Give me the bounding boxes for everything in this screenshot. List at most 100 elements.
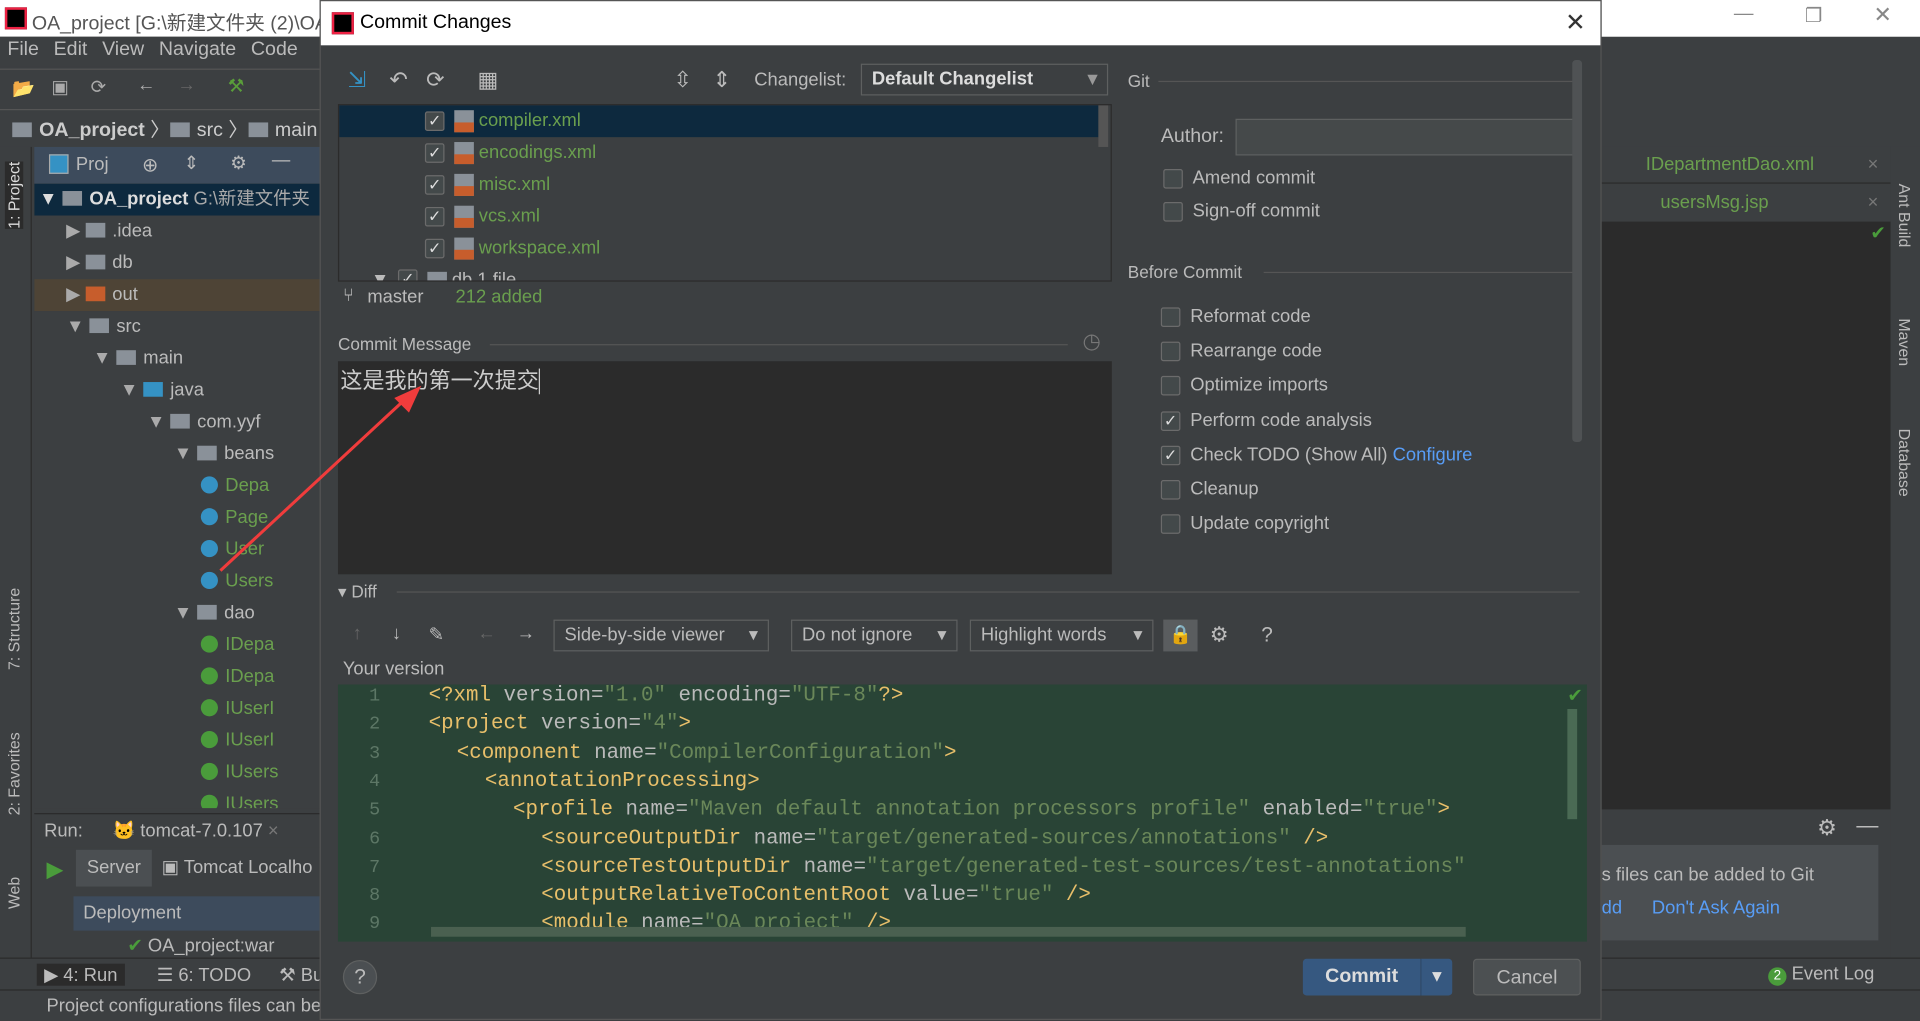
run-play-icon[interactable]: ▶ — [47, 857, 64, 883]
changed-file-row[interactable]: ✓ workspace.xml — [339, 233, 1098, 265]
commit-options-dropdown[interactable]: ▾ — [1420, 958, 1453, 996]
checkbox[interactable]: ✓ — [1160, 445, 1181, 466]
gear-icon[interactable]: ⚙ — [230, 152, 246, 174]
tab-build[interactable]: ⚒ Bu — [279, 964, 323, 986]
vertical-scrollbar[interactable] — [1567, 708, 1578, 820]
commit-button[interactable]: Commit — [1302, 958, 1421, 996]
help-button[interactable]: ? — [342, 960, 378, 995]
tree-item[interactable]: ▶ .idea — [66, 216, 152, 248]
tree-item[interactable]: ▶ db — [66, 247, 133, 279]
tree-item[interactable]: IDepa — [200, 629, 274, 661]
project-view-dropdown[interactable]: Proj — [76, 154, 109, 175]
diff-code-view[interactable]: 1 <?xml version="1.0" encoding="UTF-8"?> 2… — [337, 684, 1587, 942]
save-icon[interactable]: ▣ — [51, 76, 68, 98]
diff-toggle[interactable]: ▾ Diff — [338, 582, 377, 603]
folder-row[interactable]: ▼ ✓ db 1 file — [339, 264, 1098, 281]
menu-file[interactable]: File — [7, 39, 39, 60]
dont-ask-again-link[interactable]: Don't Ask Again — [1652, 898, 1780, 919]
artifact-item[interactable]: ✔ OA_project:war — [127, 934, 274, 957]
checkbox[interactable] — [1160, 307, 1181, 327]
tree-item[interactable]: ▼ main — [93, 343, 183, 375]
tab-tomcat-log[interactable]: ▣ Tomcat Localho — [162, 850, 313, 887]
tab-todo[interactable]: ☰ 6: TODO — [157, 964, 251, 986]
file-checkbox[interactable]: ✓ — [424, 111, 445, 132]
tab-database[interactable]: Database — [1896, 429, 1914, 497]
tab-maven[interactable]: Maven — [1896, 318, 1914, 366]
checkbox[interactable] — [1163, 202, 1183, 222]
history-icon[interactable]: ◷ — [1082, 329, 1100, 353]
group-by-icon[interactable]: ▦ — [478, 67, 499, 93]
tree-item[interactable]: ▼ java — [120, 375, 204, 407]
gear-icon[interactable]: ⚙ — [1817, 816, 1837, 842]
changed-file-row[interactable]: ✓ compiler.xml — [339, 105, 1099, 138]
restore-button[interactable]: ❐ — [1805, 4, 1823, 28]
close-window-button[interactable]: ✕ — [1873, 2, 1891, 28]
edit-icon[interactable]: ✎ — [429, 623, 444, 645]
file-checkbox[interactable]: ✓ — [424, 143, 445, 163]
tab-favorites[interactable]: 2: Favorites — [5, 732, 23, 815]
minimize-button[interactable]: — — [1734, 4, 1754, 26]
lock-icon[interactable]: 🔒 — [1163, 619, 1198, 652]
breadcrumb-item[interactable]: OA_project — [39, 120, 145, 141]
viewer-dropdown[interactable]: Side-by-side viewer ▾ — [553, 619, 769, 652]
build-hammer-icon[interactable]: ⚒ — [228, 75, 244, 97]
hide-icon[interactable]: — — [1856, 813, 1878, 839]
collapse-all-icon[interactable]: ⇕ — [713, 67, 731, 93]
menu-view[interactable]: View — [102, 39, 144, 60]
changed-file-row[interactable]: ✓ encodings.xml — [339, 137, 1098, 169]
files-scrollbar[interactable] — [1098, 105, 1109, 147]
editor-tab[interactable]: usersMsg.jsp × — [1601, 184, 1891, 222]
tab-ant-build[interactable]: Ant Build — [1896, 184, 1914, 248]
locate-icon[interactable]: ⊕ — [142, 153, 158, 177]
tree-item[interactable]: ▶ out — [34, 279, 321, 312]
highlight-dropdown[interactable]: Highlight words ▾ — [969, 619, 1154, 652]
file-checkbox[interactable]: ✓ — [424, 206, 445, 227]
menu-edit[interactable]: Edit — [54, 39, 88, 60]
menu-code[interactable]: Code — [251, 39, 298, 60]
breadcrumb-item[interactable]: main — [275, 120, 317, 141]
tab-web[interactable]: Web — [5, 877, 23, 909]
tree-item[interactable]: IUsers — [200, 789, 278, 809]
hide-icon[interactable]: — — [272, 149, 290, 170]
tab-project[interactable]: 1: Project — [4, 161, 24, 229]
editor-tab[interactable]: IDepartmentDao.xml × — [1601, 146, 1891, 184]
tree-item[interactable]: ▼ dao — [174, 598, 255, 630]
refresh-icon[interactable]: ⟳ — [426, 67, 444, 93]
prev-file-icon[interactable]: ← — [478, 623, 496, 644]
tree-item[interactable]: IUserI — [200, 693, 274, 725]
prev-diff-icon[interactable]: ↑ — [353, 623, 362, 644]
sync-icon[interactable]: ⟳ — [91, 76, 106, 98]
checkbox[interactable] — [1160, 480, 1181, 500]
next-diff-icon[interactable]: ↓ — [392, 623, 401, 644]
open-icon[interactable]: 📂 — [12, 77, 35, 99]
next-file-icon[interactable]: → — [517, 623, 535, 644]
event-log-button[interactable]: 2 Event Log — [1768, 964, 1874, 986]
gear-icon[interactable]: ⚙ — [1210, 623, 1229, 647]
menu-navigate[interactable]: Navigate — [159, 39, 236, 60]
forward-icon[interactable]: → — [178, 75, 196, 96]
ignore-dropdown[interactable]: Do not ignore ▾ — [791, 619, 958, 652]
checkbox[interactable] — [1160, 341, 1181, 362]
help-icon[interactable]: ? — [1261, 623, 1273, 647]
tab-structure[interactable]: 7: Structure — [5, 588, 23, 670]
tree-item[interactable]: IUsers — [200, 757, 278, 789]
close-dialog-button[interactable]: ✕ — [1565, 1, 1586, 45]
file-checkbox[interactable]: ✓ — [424, 238, 445, 259]
changed-file-row[interactable]: ✓ misc.xml — [339, 169, 1098, 201]
tree-item[interactable]: IDepa — [200, 661, 274, 693]
file-checkbox[interactable]: ✓ — [424, 175, 445, 195]
checkbox[interactable] — [1160, 376, 1181, 396]
tree-root[interactable]: ▼ OA_project G:\新建文件夹 — [34, 183, 321, 216]
configure-link[interactable]: Configure — [1393, 444, 1473, 465]
changed-file-row[interactable]: ✓ vcs.xml — [339, 201, 1098, 233]
add-link[interactable]: dd — [1602, 898, 1622, 919]
cancel-button[interactable]: Cancel — [1473, 958, 1581, 996]
rollback-icon[interactable]: ↶ — [389, 67, 407, 93]
run-config-tab[interactable]: tomcat-7.0.107 — [140, 820, 263, 841]
collapse-icon[interactable]: ⇕ — [184, 152, 199, 174]
expand-all-icon[interactable]: ⇳ — [673, 67, 691, 93]
tree-item[interactable]: IUserI — [200, 725, 274, 757]
tree-item[interactable]: ▼ src — [66, 311, 141, 343]
options-scrollbar[interactable] — [1572, 60, 1583, 443]
back-icon[interactable]: ← — [137, 75, 155, 96]
